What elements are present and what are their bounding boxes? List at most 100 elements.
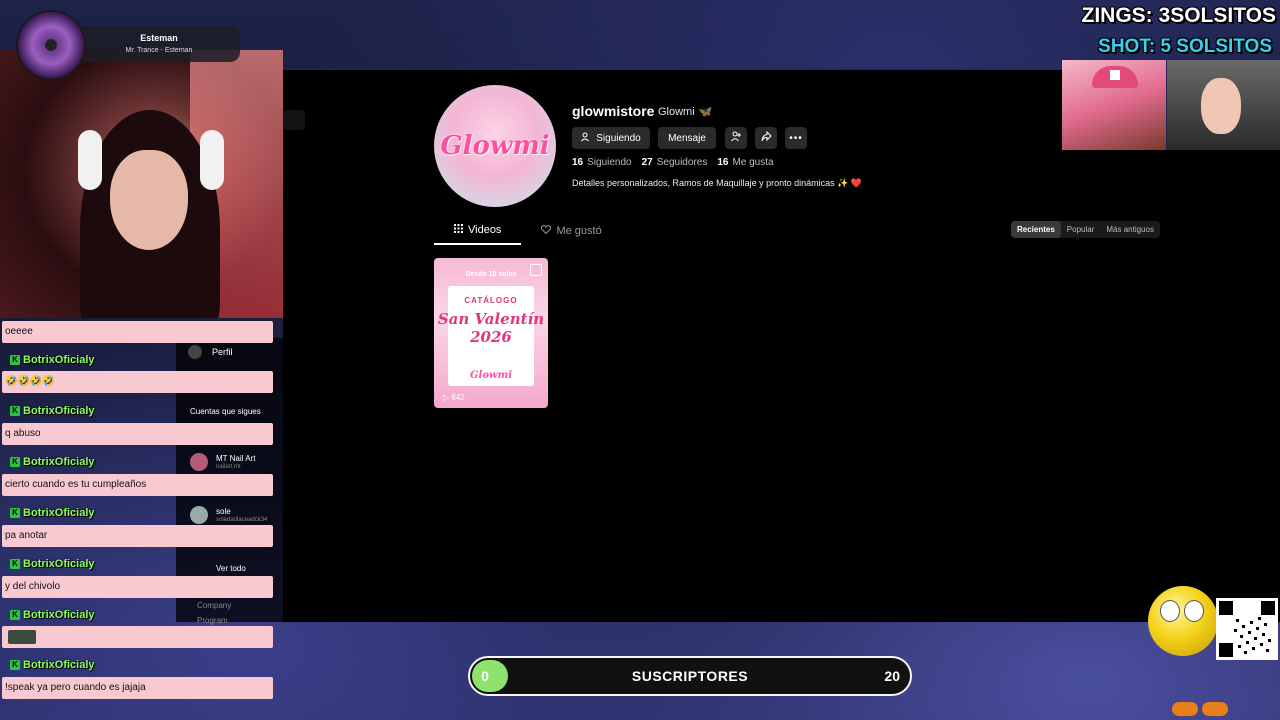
video-thumbnail[interactable]: Desde 10 soles CATÁLOGO San Valentín 202… <box>434 258 548 408</box>
chat-username: K BotrixOficialy <box>10 353 95 367</box>
sidebar-account-handle: soledadlaceadck34 <box>216 517 268 523</box>
message-button[interactable]: Mensaje <box>658 127 716 149</box>
crying-girl-image <box>1167 60 1280 150</box>
sidebar-item-profile[interactable]: Perfil <box>212 347 233 357</box>
mascot-shoe <box>1202 702 1228 716</box>
sort-oldest[interactable]: Más antiguos <box>1100 221 1160 238</box>
qr-module <box>1260 643 1263 646</box>
chat-username-text: BotrixOficialy <box>23 609 95 621</box>
thumbnail-brand: Glowmi <box>470 370 512 381</box>
chat-message-text: !speak ya pero cuando es jajaja <box>5 682 146 693</box>
thumbnail-title-main: San Valentín 2026 <box>437 310 545 346</box>
chat-username: K BotrixOficialy <box>10 404 95 418</box>
message-button-label: Mensaje <box>668 132 706 144</box>
share-button[interactable] <box>755 127 777 149</box>
heart-outline-icon <box>541 224 552 237</box>
album-art <box>16 10 86 80</box>
chat-username: K BotrixOficialy <box>10 506 95 520</box>
sidebar-account-name[interactable]: sole <box>216 507 231 516</box>
chat-username: K BotrixOficialy <box>10 557 95 571</box>
more-options-button[interactable]: ••• <box>785 127 807 149</box>
account-avatar[interactable] <box>190 453 208 471</box>
kick-badge-icon: K <box>10 355 20 365</box>
profile-tabs: Videos Me gustó <box>434 222 604 245</box>
stat-following[interactable]: 16 Siguiendo <box>572 157 632 168</box>
chat-username: K BotrixOficialy <box>10 608 95 622</box>
hat-cross <box>1110 70 1120 80</box>
nickname-text: Glowmi <box>658 106 695 118</box>
chat-message-text: 🤣🤣🤣🤣 <box>5 376 55 387</box>
kick-badge-icon: K <box>10 508 20 518</box>
mascot-shoe <box>1172 702 1198 716</box>
followers-label: Seguidores <box>656 157 708 168</box>
share-icon <box>761 130 772 145</box>
qr-module <box>1246 641 1249 644</box>
add-friend-button[interactable] <box>725 127 747 149</box>
subscriber-label: SUSCRIPTORES <box>631 668 749 684</box>
footer-company-link[interactable]: Company <box>197 601 231 610</box>
following-button[interactable]: Siguiendo <box>572 127 650 149</box>
qr-module <box>1242 625 1245 628</box>
tiktok-profile-page <box>283 70 1063 622</box>
qr-finder <box>1219 601 1233 615</box>
qr-module <box>1238 645 1241 648</box>
chat-message: 🤣🤣🤣🤣 <box>2 371 273 393</box>
webcam-feed <box>0 50 283 318</box>
sidebar-collapsed-control[interactable] <box>283 110 305 130</box>
tab-liked[interactable]: Me gustó <box>539 222 603 245</box>
qr-module <box>1252 647 1255 650</box>
video-views: ▷ 642 <box>443 393 465 402</box>
kick-badge-icon: K <box>10 660 20 670</box>
sort-popular[interactable]: Popular <box>1061 221 1101 238</box>
webcam-face <box>110 150 188 250</box>
thumbnail-title-catalog: CATÁLOGO <box>464 296 518 305</box>
qr-module <box>1254 637 1257 640</box>
heart-emoji: ❤️ <box>850 178 863 188</box>
tab-videos-label: Videos <box>468 224 502 236</box>
crying-face <box>1201 78 1241 134</box>
chat-message: cierto cuando es tu cumpleaños <box>2 474 273 496</box>
chat-username-text: BotrixOficialy <box>23 354 95 366</box>
kick-badge-icon: K <box>10 610 20 620</box>
mascot-eye <box>1160 600 1180 622</box>
chat-message-text: pa anotar <box>5 530 48 541</box>
add-friend-icon <box>730 131 742 145</box>
profile-avatar[interactable]: Glowmi <box>434 85 556 207</box>
emoji-mascot <box>1148 586 1218 656</box>
qr-module <box>1266 649 1269 652</box>
chat-message: oeeee <box>2 321 273 343</box>
bio-text: Detalles personalizados, Ramos de Maquil… <box>572 178 849 188</box>
stat-followers[interactable]: 27 Seguidores <box>642 157 708 168</box>
account-avatar[interactable] <box>190 506 208 524</box>
footer-program-link[interactable]: Program <box>197 616 228 625</box>
sidebar-account-handle: nailart.mt <box>216 464 241 470</box>
headphone-left <box>78 130 102 190</box>
shot-price-text: SHOT: 5 SOLSITOS <box>1098 36 1272 57</box>
chat-username-text: BotrixOficialy <box>23 558 95 570</box>
chat-message-text: oeeee <box>5 326 33 337</box>
sort-recent[interactable]: Recientes <box>1011 221 1061 238</box>
see-all-link[interactable]: Ver todo <box>216 564 246 573</box>
multi-image-icon <box>530 264 542 276</box>
profile-avatar-small <box>188 345 202 359</box>
headphone-right <box>200 130 224 190</box>
following-label: Siguiendo <box>587 157 632 168</box>
kick-badge-icon: K <box>10 406 20 416</box>
chat-username: K BotrixOficialy <box>10 455 95 469</box>
qr-module <box>1268 639 1271 642</box>
followers-count: 27 <box>641 157 653 168</box>
tab-liked-label: Me gustó <box>556 224 602 237</box>
qr-module <box>1256 627 1259 630</box>
chat-message: y del chivolo <box>2 576 273 598</box>
qr-module <box>1236 619 1239 622</box>
profile-username: glowmistore <box>572 103 655 119</box>
sidebar-account-name[interactable]: MT Nail Art <box>216 454 255 463</box>
chopper-image <box>1062 60 1166 150</box>
tab-videos[interactable]: Videos <box>434 222 522 245</box>
profile-bio: Detalles personalizados, Ramos de Maquil… <box>572 178 862 189</box>
chat-message: q abuso <box>2 423 273 445</box>
qr-module <box>1244 651 1247 654</box>
qr-module <box>1248 631 1251 634</box>
qr-module <box>1258 617 1261 620</box>
likes-count: 16 <box>717 157 729 168</box>
